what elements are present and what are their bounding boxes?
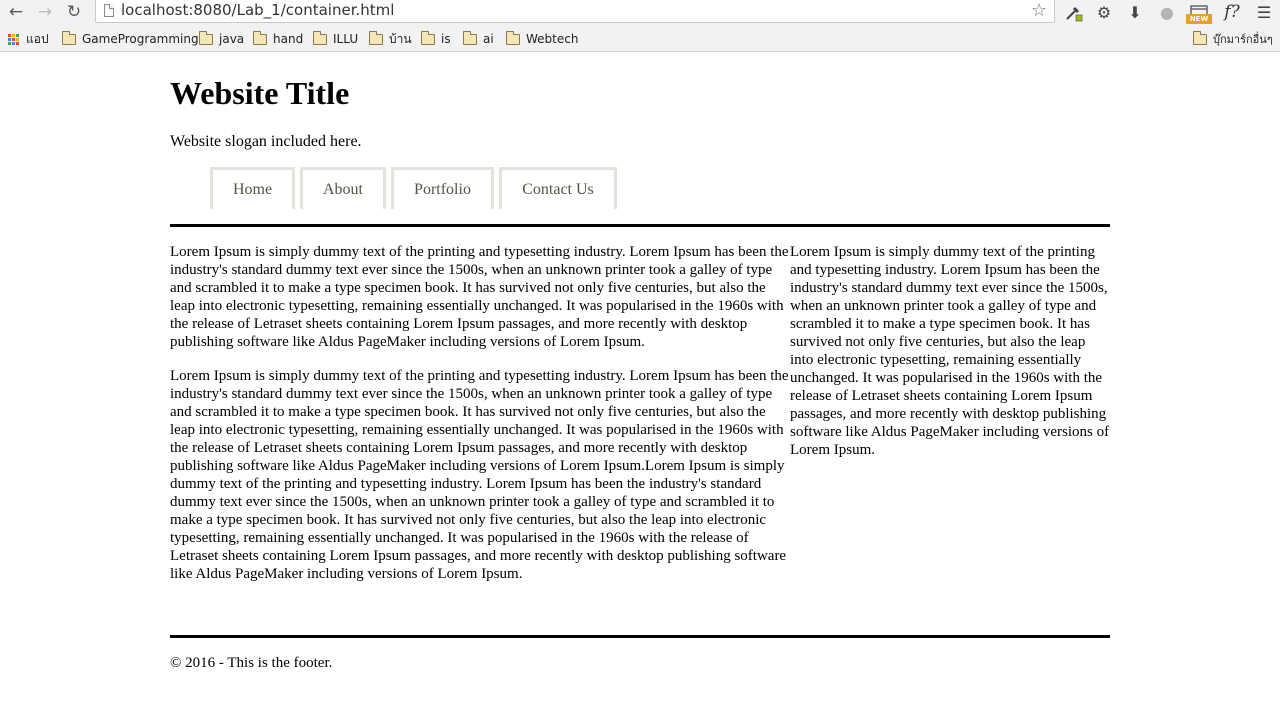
footer-divider [170, 635, 1110, 638]
nav-about[interactable]: About [300, 167, 386, 209]
site-slogan: Website slogan included here. [170, 133, 362, 150]
page-icon [104, 4, 114, 17]
nav-portfolio[interactable]: Portfolio [391, 167, 494, 209]
folder-icon [421, 30, 435, 45]
sidebar-content: Lorem Ipsum is simply dummy text of the … [790, 243, 1110, 459]
bookmark-java[interactable]: java [199, 30, 244, 48]
other-bookmarks[interactable]: บุ๊กมาร์กอื่นๆ [1193, 30, 1273, 48]
bookmark-illu[interactable]: ILLU [313, 30, 358, 48]
bookmark-label: บ้าน [389, 31, 412, 46]
url-text[interactable]: localhost:8080/Lab_1/container.html [121, 1, 394, 19]
folder-icon [1193, 30, 1207, 45]
new-badge: NEW [1186, 14, 1212, 24]
bookmark-apps[interactable]: แอป [8, 30, 49, 48]
folder-icon [253, 30, 267, 45]
folder-icon [199, 30, 213, 45]
disabled-extension-icon[interactable]: ● [1154, 1, 1180, 23]
eyedropper-extension-icon[interactable] [1061, 1, 1087, 23]
folder-icon [463, 30, 477, 45]
address-bar[interactable]: localhost:8080/Lab_1/container.html ☆ [95, 0, 1055, 23]
other-bookmarks-label: บุ๊กมาร์กอื่นๆ [1213, 33, 1273, 46]
reload-icon[interactable]: ↻ [62, 1, 86, 23]
apps-icon [8, 33, 19, 45]
bookmark-label: Webtech [526, 32, 579, 46]
bookmark-label: ai [483, 32, 494, 46]
folder-icon [62, 30, 76, 45]
bookmark-label: hand [273, 32, 304, 46]
forward-arrow-icon[interactable]: → [33, 1, 57, 23]
bookmark-gameprogramming[interactable]: GameProgramming [62, 30, 199, 48]
folder-icon [506, 30, 520, 45]
bookmarks-bar: แอป GameProgramming java hand ILLU บ้าน … [0, 26, 1280, 52]
main-paragraph: Lorem Ipsum is simply dummy text of the … [170, 368, 789, 582]
bookmark-label: ILLU [333, 32, 359, 46]
bookmark-label: GameProgramming [82, 32, 199, 46]
download-icon[interactable]: ⬇ [1122, 1, 1148, 23]
bookmark-is[interactable]: is [421, 30, 451, 48]
bookmark-label: java [219, 32, 245, 46]
bookmark-hand[interactable]: hand [253, 30, 303, 48]
hamburger-menu-icon[interactable]: ☰ [1251, 1, 1277, 23]
folder-icon [313, 30, 327, 45]
bookmark-label: แอป [26, 31, 49, 46]
bookmark-ai[interactable]: ai [463, 30, 494, 48]
header-divider [170, 224, 1110, 227]
formula-extension-icon[interactable]: f? [1219, 1, 1245, 23]
sidebar-paragraph: Lorem Ipsum is simply dummy text of the … [790, 244, 1110, 458]
main-content: Lorem Ipsum is simply dummy text of the … [170, 243, 792, 583]
site-footer: © 2016 - This is the footer. [170, 655, 333, 671]
bookmark-home-folder[interactable]: บ้าน [369, 30, 412, 48]
main-paragraph: Lorem Ipsum is simply dummy text of the … [170, 244, 789, 350]
gear-icon[interactable]: ⚙ [1091, 1, 1117, 23]
nav-contact-us[interactable]: Contact Us [499, 167, 617, 209]
back-arrow-icon[interactable]: ← [4, 1, 28, 23]
star-icon[interactable]: ☆ [1031, 0, 1047, 21]
browser-toolbar: ← → ↻ localhost:8080/Lab_1/container.htm… [0, 0, 1280, 26]
bookmark-label: is [441, 32, 451, 46]
nav-home[interactable]: Home [210, 167, 295, 209]
bookmark-webtech[interactable]: Webtech [506, 30, 578, 48]
folder-icon [369, 30, 383, 45]
site-title: Website Title [170, 75, 350, 111]
